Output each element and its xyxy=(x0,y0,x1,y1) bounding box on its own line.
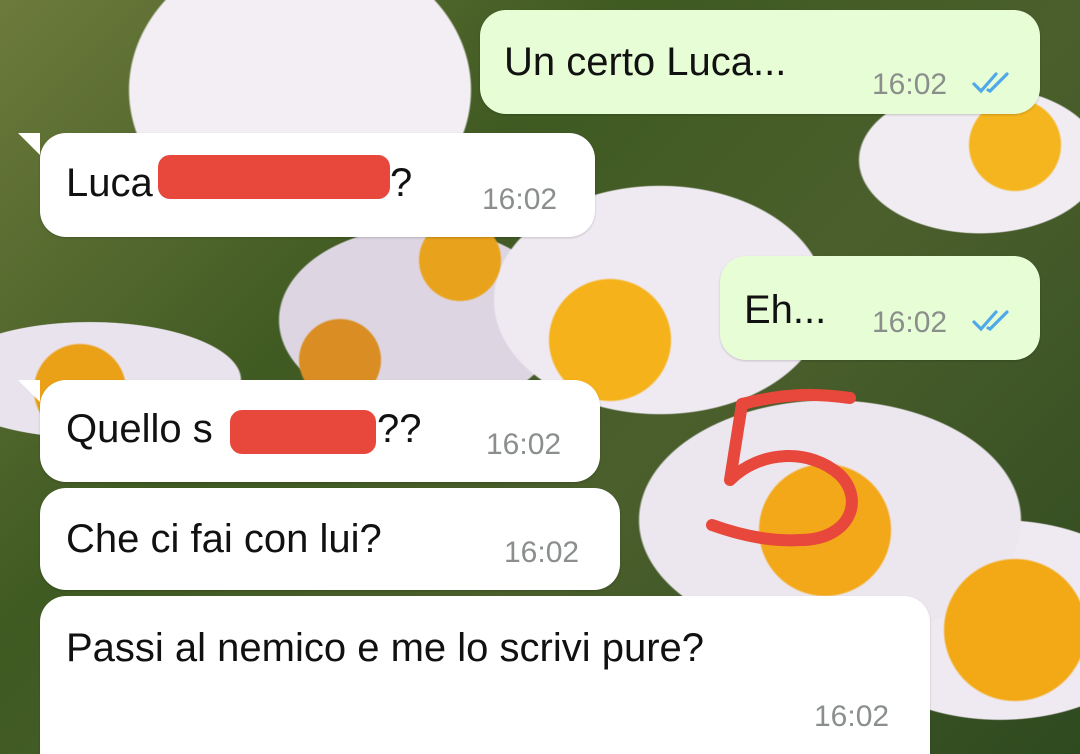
bubble-tail xyxy=(18,380,40,402)
message-timestamp: 16:02 xyxy=(482,183,558,216)
message-timestamp: 16:02 xyxy=(814,700,890,733)
message-bubble-incoming[interactable]: Quello s ?? 16:02 xyxy=(40,380,600,482)
redaction-mark xyxy=(158,155,390,199)
message-bubble-outgoing[interactable]: Un certo Luca... 16:02 xyxy=(480,10,1040,114)
message-bubble-outgoing[interactable]: Eh... 16:02 xyxy=(720,256,1040,360)
message-text-prefix: Luca xyxy=(66,161,153,205)
message-timestamp: 16:02 xyxy=(486,428,562,461)
message-timestamp: 16:02 xyxy=(872,306,948,339)
message-text-suffix: ? xyxy=(390,161,413,205)
redaction-mark xyxy=(230,410,376,454)
message-text: Che ci fai con lui? xyxy=(66,517,382,561)
double-check-icon xyxy=(972,72,1009,94)
message-text-suffix: ?? xyxy=(377,407,422,451)
message-bubble-incoming[interactable]: Che ci fai con lui? 16:02 xyxy=(40,488,620,590)
message-timestamp: 16:02 xyxy=(872,68,948,101)
double-check-icon xyxy=(972,310,1009,332)
message-timestamp: 16:02 xyxy=(504,536,580,569)
message-text: Passi al nemico e me lo scrivi pure? xyxy=(66,626,705,670)
bubble-tail xyxy=(18,133,40,155)
message-text: Un certo Luca... xyxy=(504,40,787,84)
message-bubble-incoming[interactable]: Luca ? 16:02 xyxy=(40,133,595,237)
handwritten-number-annotation xyxy=(706,388,858,547)
message-text-prefix: Quello s xyxy=(66,407,213,451)
message-text: Eh... xyxy=(744,288,827,332)
message-bubble-incoming[interactable]: Passi al nemico e me lo scrivi pure? 16:… xyxy=(40,596,930,754)
